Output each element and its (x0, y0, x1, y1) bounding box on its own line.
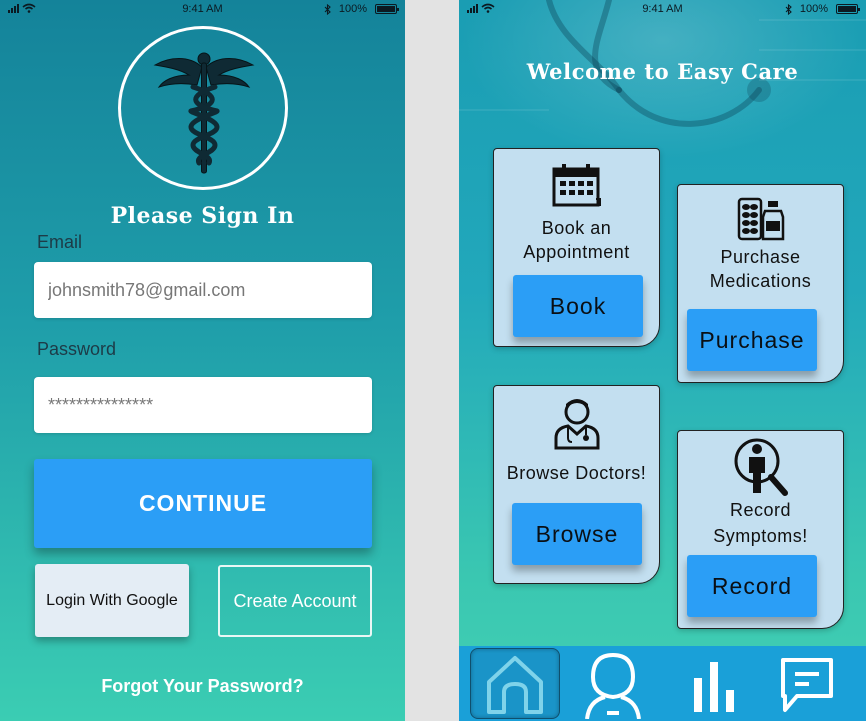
record-symptoms-card: Record Symptoms! Record (677, 430, 844, 629)
caduceus-icon (153, 52, 255, 174)
book-card-title: Book an Appointment (523, 218, 630, 262)
login-with-google-button[interactable]: Login With Google (35, 564, 189, 637)
browse-doctors-card: Browse Doctors! Browse (493, 385, 660, 584)
doctor-icon (494, 396, 659, 450)
continue-button[interactable]: CONTINUE (34, 459, 372, 548)
browse-card-title: Browse Doctors! (506, 463, 647, 483)
email-field[interactable] (34, 262, 372, 318)
status-bar: 9:41 AM 100% (459, 0, 866, 20)
welcome-title: Welcome to Easy Care (526, 59, 799, 84)
nav-messages[interactable] (762, 646, 852, 721)
battery-icon (836, 4, 860, 14)
browse-button[interactable]: Browse (512, 503, 642, 565)
bluetooth-icon (785, 3, 792, 15)
nav-profile[interactable] (568, 646, 658, 721)
purchase-card-title: Purchase Medications (709, 247, 812, 291)
battery-icon (375, 4, 399, 14)
logo (118, 26, 288, 190)
nav-stats[interactable] (670, 646, 760, 721)
purchase-button[interactable]: Purchase (687, 309, 817, 371)
login-screen: 9:41 AM 100% Please Sign In Email Passwo… (0, 0, 405, 721)
create-account-button[interactable]: Create Account (218, 565, 372, 637)
battery-percent: 100% (338, 3, 367, 15)
status-bar: 9:41 AM 100% (0, 0, 405, 20)
book-button[interactable]: Book (513, 275, 643, 337)
home-icon (487, 655, 543, 714)
password-label: Password (37, 339, 117, 359)
person-icon (585, 652, 641, 719)
battery-percent: 100% (799, 3, 828, 15)
record-card-title: Record Symptoms! (713, 500, 808, 546)
password-field[interactable] (34, 377, 372, 433)
sign-in-title: Please Sign In (110, 203, 295, 229)
record-button[interactable]: Record (687, 555, 817, 617)
nav-home[interactable] (470, 648, 560, 719)
chat-icon (781, 657, 833, 712)
forgot-password-link[interactable]: Forgot Your Password? (0, 676, 405, 697)
medication-icon (678, 197, 843, 241)
bluetooth-icon (324, 3, 331, 15)
symptom-search-icon (678, 437, 843, 497)
calendar-icon (494, 163, 659, 207)
purchase-medications-card: Purchase Medications Purchase (677, 184, 844, 383)
book-appointment-card: Book an Appointment Book (493, 148, 660, 347)
bar-chart-icon (694, 661, 734, 712)
email-label: Email (37, 232, 83, 252)
home-screen: 9:41 AM 100% Welcome to Easy Care Book a… (459, 0, 866, 721)
bottom-nav (459, 646, 866, 721)
